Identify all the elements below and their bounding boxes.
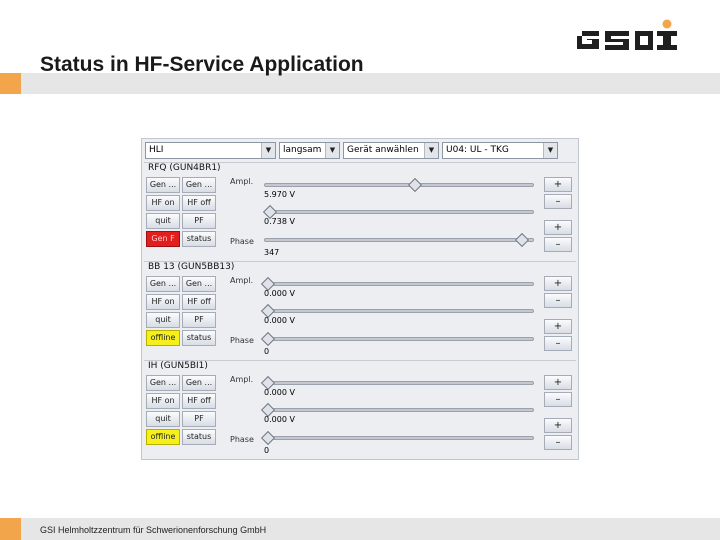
speed-value: langsam bbox=[283, 145, 322, 155]
chevron-down-icon[interactable]: ▼ bbox=[543, 143, 557, 158]
phase-increase-button[interactable]: + bbox=[544, 418, 572, 433]
hf-on-button[interactable]: HF on bbox=[146, 294, 180, 310]
amplitude-setpoint-value: 0.738 V bbox=[264, 217, 295, 226]
unit-dropdown[interactable]: U04: UL - TKG ▼ bbox=[442, 142, 558, 159]
chevron-down-icon[interactable]: ▼ bbox=[325, 143, 339, 158]
ampl-decrease-button[interactable]: – bbox=[544, 293, 572, 308]
status-indicator[interactable]: offline bbox=[146, 330, 180, 346]
amplitude-setpoint-slider[interactable] bbox=[260, 303, 534, 319]
header-accent bbox=[0, 73, 21, 94]
phase-value: 0 bbox=[264, 347, 270, 356]
phase-increase-button[interactable]: + bbox=[544, 319, 572, 334]
accelerator-value: HLI bbox=[149, 145, 164, 155]
generator-button-2[interactable]: Gen ... bbox=[182, 177, 216, 193]
hf-on-button[interactable]: HF on bbox=[146, 393, 180, 409]
phase-label: Phase bbox=[230, 237, 254, 246]
chevron-down-icon[interactable]: ▼ bbox=[261, 143, 275, 158]
phase-label: Phase bbox=[230, 336, 254, 345]
slider-thumb[interactable] bbox=[408, 177, 423, 193]
cavity-panel-bb13: BB 13 (GUN5BB13) Gen ... Gen ... HF on HF of… bbox=[144, 261, 576, 360]
chevron-down-icon[interactable]: ▼ bbox=[424, 143, 438, 158]
phase-value: 347 bbox=[264, 248, 280, 257]
slide-title: Status in HF-Service Application bbox=[40, 53, 364, 76]
hf-off-button[interactable]: HF off bbox=[182, 294, 216, 310]
amplitude-value: 0.000 V bbox=[264, 388, 295, 397]
phase-decrease-button[interactable]: – bbox=[544, 336, 572, 351]
ampl-decrease-button[interactable]: – bbox=[544, 194, 572, 209]
device-dropdown[interactable]: Gerät anwählen ▼ bbox=[343, 142, 439, 159]
generator-button-2[interactable]: Gen ... bbox=[182, 276, 216, 292]
quit-button[interactable]: quit bbox=[146, 213, 180, 229]
cavity-title: RFQ (GUN4BR1) bbox=[148, 163, 221, 173]
cavity-title: IH (GUN5BI1) bbox=[148, 361, 208, 371]
phase-increase-button[interactable]: + bbox=[544, 220, 572, 235]
ampl-increase-button[interactable]: + bbox=[544, 177, 572, 192]
ampl-label: Ampl. bbox=[230, 375, 254, 384]
amplitude-slider[interactable] bbox=[260, 276, 534, 292]
generator-button[interactable]: Gen ... bbox=[146, 276, 180, 292]
phase-value: 0 bbox=[264, 446, 270, 455]
amplitude-setpoint-slider[interactable] bbox=[263, 204, 534, 220]
phase-decrease-button[interactable]: – bbox=[544, 237, 572, 252]
pf-button[interactable]: PF bbox=[182, 213, 216, 229]
amplitude-value: 0.000 V bbox=[264, 289, 295, 298]
generator-button[interactable]: Gen ... bbox=[146, 177, 180, 193]
amplitude-value: 5.970 V bbox=[264, 190, 295, 199]
hf-off-button[interactable]: HF off bbox=[182, 393, 216, 409]
ampl-decrease-button[interactable]: – bbox=[544, 392, 572, 407]
ampl-increase-button[interactable]: + bbox=[544, 375, 572, 390]
status-indicator[interactable]: Gen F bbox=[146, 231, 180, 247]
amplitude-slider[interactable] bbox=[264, 177, 534, 193]
accelerator-dropdown[interactable]: HLI ▼ bbox=[145, 142, 276, 159]
unit-value: U04: UL - TKG bbox=[446, 145, 509, 155]
ampl-increase-button[interactable]: + bbox=[544, 276, 572, 291]
status-button[interactable]: status bbox=[182, 330, 216, 346]
cavity-title: BB 13 (GUN5BB13) bbox=[148, 262, 235, 272]
footer-text: GSI Helmholtzzentrum für Schwerionenfors… bbox=[40, 525, 267, 535]
hf-on-button[interactable]: HF on bbox=[146, 195, 180, 211]
cavity-panel-ih: IH (GUN5BI1) Gen ... Gen ... HF on HF off qui… bbox=[144, 360, 576, 459]
device-value: Gerät anwählen bbox=[347, 145, 419, 155]
generator-button-2[interactable]: Gen ... bbox=[182, 375, 216, 391]
quit-button[interactable]: quit bbox=[146, 411, 180, 427]
hf-service-window: HLI ▼ langsam ▼ Gerät anwählen ▼ U04: UL… bbox=[141, 138, 579, 460]
pf-button[interactable]: PF bbox=[182, 411, 216, 427]
slider-thumb[interactable] bbox=[260, 331, 275, 347]
amplitude-setpoint-slider[interactable] bbox=[260, 402, 534, 418]
footer-accent bbox=[0, 518, 21, 540]
status-button[interactable]: status bbox=[182, 429, 216, 445]
status-indicator[interactable]: offline bbox=[146, 429, 180, 445]
status-button[interactable]: status bbox=[182, 231, 216, 247]
quit-button[interactable]: quit bbox=[146, 312, 180, 328]
phase-slider[interactable] bbox=[260, 331, 534, 347]
speed-dropdown[interactable]: langsam ▼ bbox=[279, 142, 340, 159]
hf-off-button[interactable]: HF off bbox=[182, 195, 216, 211]
slider-thumb[interactable] bbox=[260, 430, 275, 446]
generator-button[interactable]: Gen ... bbox=[146, 375, 180, 391]
phase-label: Phase bbox=[230, 435, 254, 444]
phase-decrease-button[interactable]: – bbox=[544, 435, 572, 450]
phase-slider[interactable] bbox=[260, 430, 534, 446]
amplitude-setpoint-value: 0.000 V bbox=[264, 415, 295, 424]
phase-slider[interactable] bbox=[264, 232, 534, 248]
slider-thumb[interactable] bbox=[515, 232, 530, 248]
cavity-panel-rfq: RFQ (GUN4BR1) Gen ... Gen ... HF on HF off qu… bbox=[144, 162, 576, 261]
amplitude-slider[interactable] bbox=[260, 375, 534, 391]
ampl-label: Ampl. bbox=[230, 177, 254, 186]
amplitude-setpoint-value: 0.000 V bbox=[264, 316, 295, 325]
pf-button[interactable]: PF bbox=[182, 312, 216, 328]
gsi-logo bbox=[577, 19, 677, 50]
ampl-label: Ampl. bbox=[230, 276, 254, 285]
